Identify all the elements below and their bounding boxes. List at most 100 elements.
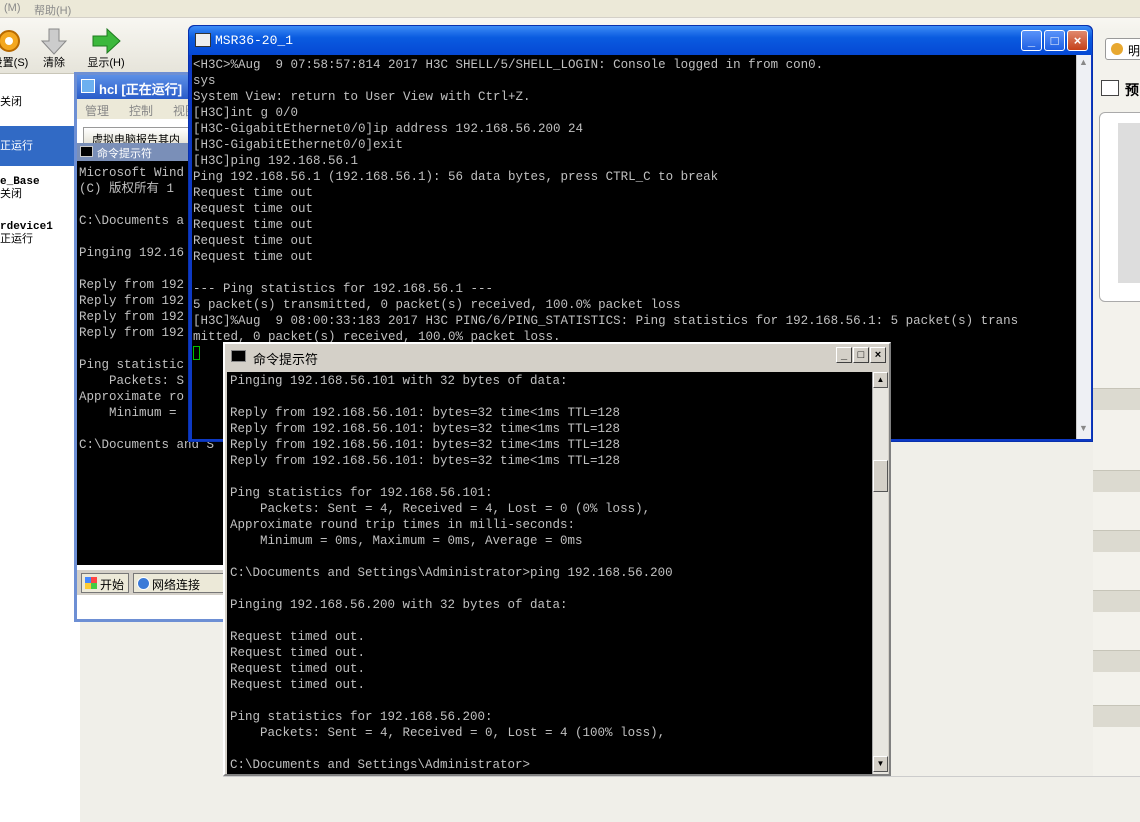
console-line: Ping statistics for 192.168.56.200: <box>230 710 493 724</box>
console-line: Pinging 192.168.56.200 with 32 bytes of … <box>230 598 568 612</box>
windows-logo-icon <box>85 577 97 589</box>
scroll-thumb[interactable] <box>873 460 888 492</box>
network-icon <box>137 577 150 590</box>
console-line: Ping 192.168.56.1 (192.168.56.1): 56 dat… <box>193 170 719 184</box>
arrow-down-icon <box>40 28 68 55</box>
settings-label: 设置(S) <box>0 57 29 69</box>
console-line: Request timed out. <box>230 662 366 676</box>
scroll-down-icon[interactable]: ▼ <box>1079 423 1088 433</box>
console-line: --- Ping statistics for 192.168.56.1 --- <box>193 282 494 296</box>
cmd-console-output[interactable]: Pinging 192.168.56.101 with 32 bytes of … <box>227 372 872 774</box>
hcl-menu-manage[interactable]: 管理 <box>85 104 109 118</box>
vm-state: 正运行 <box>0 140 33 152</box>
console-line: sys <box>193 74 216 88</box>
console-line: Reply from 192.168.56.101: bytes=32 time… <box>230 406 621 420</box>
console-line: Reply from 192.168.56.101: bytes=32 time… <box>230 454 621 468</box>
details-section <box>1093 388 1140 410</box>
monitor-icon <box>1101 80 1119 96</box>
msr-maximize-button[interactable]: □ <box>1044 30 1065 51</box>
console-line: Request time out <box>193 250 314 264</box>
start-button[interactable]: 开始 <box>81 573 129 593</box>
settings-button[interactable]: 设置(S) <box>0 22 34 72</box>
cmd-maximize-button[interactable]: □ <box>853 347 869 363</box>
cmd-window[interactable]: 命令提示符 _ □ × Pinging 192.168.56.101 with … <box>223 342 891 776</box>
console-line: Reply from 192.168.56.101: bytes=32 time… <box>230 438 621 452</box>
console-line: Reply from 192.168.56.101: bytes=32 time… <box>230 422 621 436</box>
console-line: Request time out <box>193 186 314 200</box>
console-line: C:\Documents and Settings\Administrator>… <box>230 566 673 580</box>
vm-list-item[interactable]: 关闭 <box>0 96 80 108</box>
cmd-close-button[interactable]: × <box>870 347 886 363</box>
msr-titlebar[interactable]: MSR36-20_1 <box>189 26 1092 55</box>
console-line: Packets: Sent = 4, Received = 4, Lost = … <box>230 502 651 516</box>
show-button[interactable]: 显示(H) <box>82 22 130 72</box>
console-line: [H3C]int g 0/0 <box>193 106 299 120</box>
vm-list-item[interactable]: e_Base 关闭 <box>0 176 80 201</box>
scroll-up-icon[interactable]: ▲ <box>1079 57 1088 67</box>
vm-list-item[interactable]: rdevice1 正运行 <box>0 221 80 246</box>
console-line: [H3C]ping 192.168.56.1 <box>193 154 359 168</box>
vbox-details-pane: 明 预 <box>1093 30 1140 822</box>
vm-list-item-selected[interactable]: 正运行 <box>0 126 80 166</box>
cmd-minimize-button[interactable]: _ <box>836 347 852 363</box>
console-line: Ping statistics for 192.168.56.101: <box>230 486 493 500</box>
console-line: Request timed out. <box>230 678 366 692</box>
preview-header: 预 <box>1101 80 1139 100</box>
cmd-scrollbar[interactable]: ▲ ▼ <box>872 372 888 774</box>
console-line: C:\Documents and Settings\Administrator> <box>230 758 531 772</box>
vm-state: 关闭 <box>0 96 22 108</box>
cmd-title: 命令提示符 <box>253 352 319 367</box>
menu-help[interactable]: 帮助(H) <box>34 2 71 18</box>
vbox-status-area <box>223 776 1140 822</box>
gear-icon <box>0 30 20 52</box>
hcl-title: hcl [正在运行] <box>99 82 183 97</box>
cmd-icon <box>231 350 246 362</box>
cmd-titlebar[interactable]: 命令提示符 <box>225 344 889 368</box>
vbox-menubar: (M) 帮助(H) <box>0 0 1140 18</box>
msr-close-button[interactable]: × <box>1067 30 1088 51</box>
details-section <box>1093 470 1140 492</box>
clear-label: 清除 <box>43 57 65 69</box>
vm-name: e_Base <box>0 176 40 188</box>
hcl-cmd-title: 命令提示符 <box>97 148 152 160</box>
preview-screen <box>1118 123 1140 283</box>
scroll-down-icon[interactable]: ▼ <box>873 756 888 772</box>
arrow-right-icon <box>92 27 121 55</box>
cursor <box>193 346 200 360</box>
console-line: 5 packet(s) transmitted, 0 packet(s) rec… <box>193 298 681 312</box>
preview-button[interactable]: 明 <box>1105 38 1140 60</box>
vm-name: rdevice1 <box>0 221 53 233</box>
details-section <box>1093 650 1140 672</box>
network-label: 网络连接 <box>152 578 201 592</box>
clear-button[interactable]: 清除 <box>30 22 78 72</box>
console-line: Request time out <box>193 234 314 248</box>
hcl-menu-control[interactable]: 控制 <box>129 104 153 118</box>
show-label: 显示(H) <box>87 57 125 69</box>
console-line: Pinging 192.168.56.101 with 32 bytes of … <box>230 374 568 388</box>
console-line: Approximate round trip times in milli-se… <box>230 518 576 532</box>
msr-minimize-button[interactable]: _ <box>1021 30 1042 51</box>
scroll-up-icon[interactable]: ▲ <box>873 372 888 388</box>
vm-state: 关闭 <box>0 188 22 200</box>
console-line: Packets: Sent = 4, Received = 0, Lost = … <box>230 726 666 740</box>
console-line: Request timed out. <box>230 630 366 644</box>
menu-machine[interactable]: (M) <box>4 2 21 14</box>
gear-icon <box>1111 43 1123 55</box>
console-line: <H3C>%Aug 9 07:58:57:814 2017 H3C SHELL/… <box>193 58 824 72</box>
start-label: 开始 <box>100 578 125 592</box>
console-line: [H3C]%Aug 9 08:00:33:183 2017 H3C PING/6… <box>193 314 1019 328</box>
vm-list: 关闭 正运行 e_Base 关闭 rdevice1 正运行 <box>0 74 80 822</box>
msr-scrollbar[interactable]: ▲ ▼ <box>1076 55 1091 439</box>
vbox-icon <box>81 79 95 93</box>
details-section <box>1093 705 1140 727</box>
console-line: Minimum = 0ms, Maximum = 0ms, Average = … <box>230 534 583 548</box>
cmd-icon <box>80 146 93 157</box>
